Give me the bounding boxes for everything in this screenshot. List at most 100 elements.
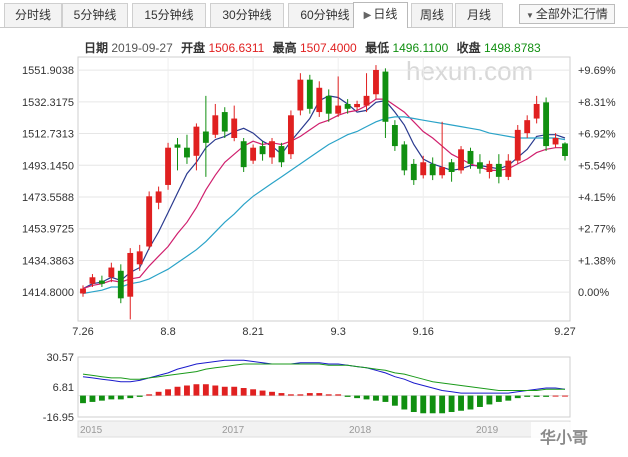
macd-bar-positive [240,388,247,396]
y-tick-pct-label: +9.69% [578,65,616,77]
overview-year-label: 2015 [80,425,103,436]
candle-down [448,162,455,172]
candle-up [212,115,219,135]
macd-bar-positive [562,395,568,397]
y-tick-pct-label: +8.31% [578,97,616,109]
y-tick-label: 1493.1450 [22,160,74,172]
macd-panel-frame [77,356,571,418]
macd-bar-positive [297,394,304,396]
overview-year-label: 2019 [476,425,499,436]
macd-bar-negative [410,395,417,413]
candle-up [420,162,427,176]
y-tick-pct-label: +4.15% [578,192,616,204]
macd-bar-negative [363,395,370,400]
macd-bar-negative [108,395,115,400]
y-tick-label: 1414.8000 [22,287,74,299]
macd-bar-positive [221,386,228,396]
candle-up [316,87,323,113]
candle-down [240,141,247,168]
x-tick-label: 9.3 [331,326,346,338]
candle-down [467,150,474,164]
y-tick-pct-label: +1.38% [578,255,616,267]
candle-up [136,251,143,265]
macd-bar-negative [354,395,361,399]
y-tick-pct-label: +5.54% [578,160,616,172]
x-tick-label: 7.26 [72,326,93,338]
candle-up [363,95,370,106]
candle-up [80,288,86,294]
candle-up [89,277,96,284]
candle-up [373,69,379,95]
macd-bar-negative [524,395,531,397]
candle-down [562,143,568,156]
macd-bar-negative [127,395,134,399]
candle-down [410,163,417,181]
candle-up [297,79,304,111]
candle-down [278,146,285,163]
candle-up [486,163,493,172]
macd-bar-positive [552,395,559,397]
macd-bar-positive [174,386,181,396]
macd-bar-positive [155,391,162,396]
macd-bar-negative [382,395,389,402]
y-tick-pct-label: +2.77% [578,224,616,236]
macd-bar-positive [278,393,285,396]
macd-bar-positive [250,389,257,396]
candle-down [325,95,332,114]
y-tick-label: 1473.5588 [22,192,74,204]
macd-bar-positive [231,386,238,396]
candle-up [552,137,559,145]
macd-y-tick-label: -16.95 [43,412,74,424]
candle-down [429,163,436,176]
macd-bar-negative [80,395,86,404]
candle-up [335,105,342,114]
macd-bar-negative [401,395,408,410]
hexun-watermark: hexun.com [406,56,533,86]
y-tick-pct-label: 0.00% [578,287,609,299]
y-tick-label: 1551.9038 [22,65,74,77]
macd-bar-negative [439,395,446,414]
overview-year-label: 2018 [349,425,372,436]
macd-bar-negative [117,395,124,400]
candle-up [108,267,115,278]
macd-bar-negative [420,395,427,414]
macd-bar-negative [477,395,483,407]
kline-chart[interactable]: hexun.com 1551.9038 +9.69% 1532.3175 +8.31% 1… [0,0,628,457]
x-tick-label: 9.16 [413,326,434,338]
macd-bar-positive [306,393,313,396]
macd-bar-negative [98,395,105,401]
macd-bar-negative [344,395,351,397]
candle-up [524,120,531,134]
candle-up [155,191,162,203]
candle-up [439,167,446,176]
candle-down [344,103,351,109]
candle-up [354,103,361,108]
candle-down [184,147,190,158]
macd-bar-positive [335,394,342,396]
macd-bar-positive [259,390,266,396]
macd-bar-positive [212,385,219,396]
macd-bar-negative [514,395,521,399]
macd-bar-positive [146,394,153,396]
macd-bar-positive [325,394,332,396]
y-tick-label: 1453.9725 [22,224,74,236]
macd-bar-negative [505,395,512,401]
corner-logo-text: 华小哥 [540,428,588,447]
candle-up [165,147,171,185]
macd-y-tick-label: 30.57 [46,352,74,364]
candle-down [259,146,266,155]
macd-bar-negative [391,395,398,406]
candle-up [127,252,134,297]
macd-bar-negative [448,395,455,413]
candle-up [193,126,200,156]
candle-down [202,131,209,143]
candle-down [495,163,502,177]
x-tick-label: 8.8 [160,326,175,338]
candle-up [250,147,257,161]
candle-down [306,79,313,109]
main-chart-frame [77,56,571,322]
candle-up [505,160,512,177]
macd-bar-negative [373,395,379,401]
candle-down [477,162,483,169]
macd-bar-negative [533,395,540,397]
